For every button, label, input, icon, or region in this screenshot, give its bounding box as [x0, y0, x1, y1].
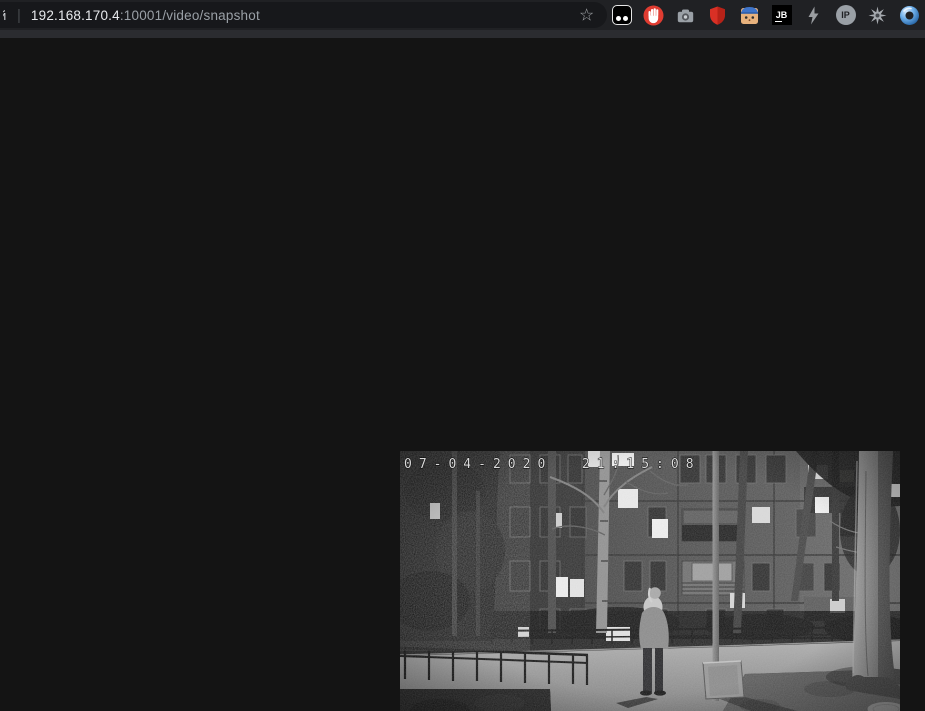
lightning-bolt-icon — [808, 6, 819, 24]
lightning-extension-icon[interactable] — [803, 5, 824, 26]
starburst-extension-icon[interactable] — [867, 5, 888, 26]
ip-badge: IP — [835, 5, 856, 25]
bookmark-star-icon[interactable]: ☆ — [579, 7, 594, 24]
url-path[interactable]: :10001/video/snapshot — [120, 8, 260, 23]
camera-icon — [677, 9, 694, 22]
url-host[interactable]: 192.168.170.4 — [31, 8, 120, 23]
jetbrains-extension-icon[interactable]: JB — [771, 5, 792, 26]
url-text[interactable]: 192.168.170.4:10001/video/snapshot — [31, 8, 260, 23]
face-with-cap-icon — [741, 6, 758, 24]
extension-icons-row: JB IP — [611, 0, 920, 30]
toolbar-bottom-strip — [0, 30, 925, 38]
address-bar-divider: | — [17, 6, 21, 24]
adblock-extension-icon[interactable] — [643, 5, 664, 26]
starburst-icon — [868, 6, 887, 24]
blue-ring-extension-icon[interactable] — [899, 5, 920, 26]
jetbrains-badge: JB — [771, 5, 792, 25]
browser-window: й | 192.168.170.4:10001/video/snapshot ☆ — [0, 0, 925, 711]
browser-toolbar: й | 192.168.170.4:10001/video/snapshot ☆ — [0, 0, 925, 30]
shield-icon — [710, 6, 725, 25]
tampermonkey-extension-icon[interactable] — [611, 5, 632, 26]
vignette-overlay — [400, 451, 900, 711]
ip-extension-icon[interactable]: IP — [835, 5, 856, 26]
cctv-scene: 07-04-2020 21:15:08 04-0036 Брюсовская у… — [400, 451, 900, 711]
page-background: 07-04-2020 21:15:08 04-0036 Брюсовская у… — [0, 38, 925, 711]
camera-snapshot-image[interactable]: 07-04-2020 21:15:08 04-0036 Брюсовская у… — [400, 451, 900, 711]
camera-extension-icon[interactable] — [675, 5, 696, 26]
shield-extension-icon[interactable] — [707, 5, 728, 26]
clipped-left-glyph: й — [3, 8, 12, 23]
osd-timestamp: 07-04-2020 21:15:08 — [404, 457, 701, 472]
hand-stop-icon — [643, 5, 664, 25]
blue-orb-icon — [900, 5, 919, 25]
monkey-face-icon — [611, 5, 632, 25]
robot-face-extension-icon[interactable] — [739, 5, 760, 26]
